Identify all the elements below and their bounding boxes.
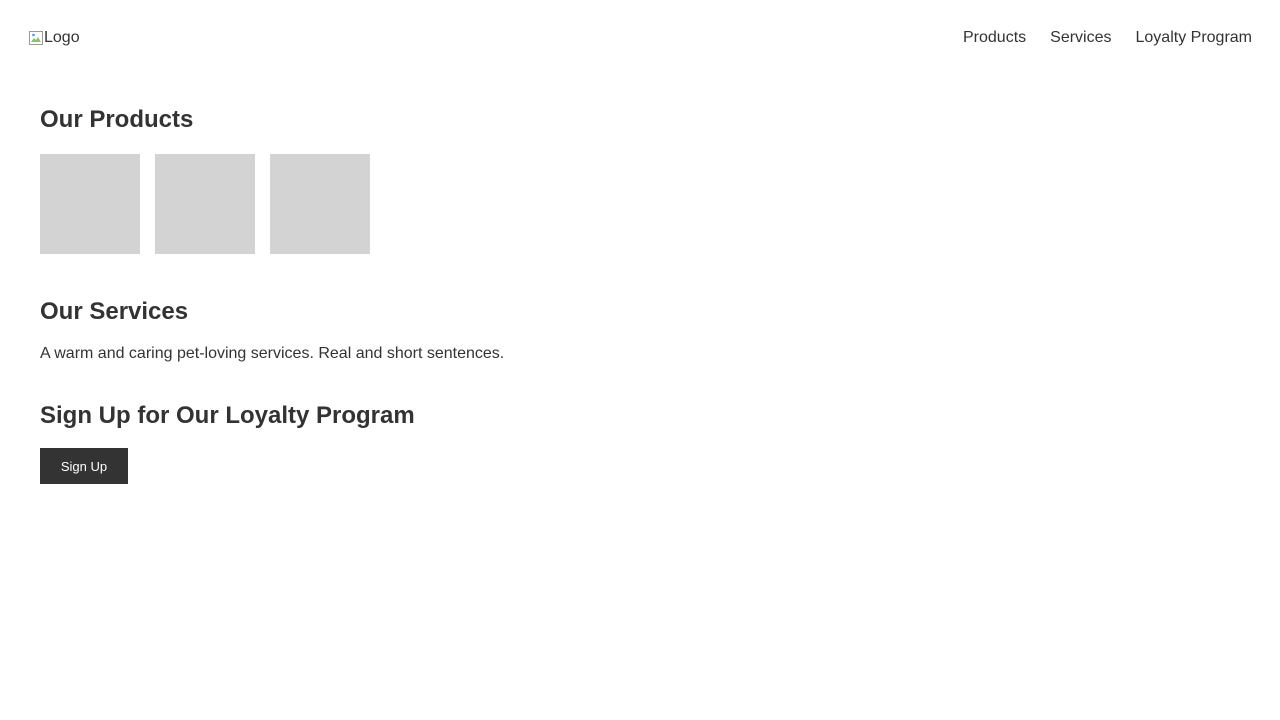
nav-link-products[interactable]: Products: [963, 29, 1026, 47]
nav-link-services[interactable]: Services: [1050, 29, 1111, 47]
sign-up-button[interactable]: Sign Up: [40, 448, 128, 484]
logo[interactable]: Logo: [28, 28, 80, 48]
products-title: Our Products: [40, 106, 194, 133]
product-tiles: [40, 154, 1240, 254]
main-nav: Products Services Loyalty Program: [963, 28, 1252, 48]
services-description: A warm and caring pet-loving services. R…: [40, 345, 505, 362]
nav-link-loyalty-program[interactable]: Loyalty Program: [1136, 29, 1253, 47]
product-tile: [270, 154, 370, 254]
main-content: Our Products Our Services A warm and car…: [40, 106, 1240, 484]
logo-alt-text: Logo: [44, 29, 80, 46]
loyalty-title: Sign Up for Our Loyalty Program: [40, 402, 415, 429]
site-header: Logo Products Services Loyalty Program: [0, 0, 1280, 76]
loyalty-section: Sign Up for Our Loyalty Program Sign Up: [40, 402, 1240, 484]
product-tile: [40, 154, 140, 254]
broken-image-icon: [28, 30, 44, 46]
services-title: Our Services: [40, 298, 189, 325]
products-section: Our Products: [40, 106, 1240, 254]
services-section: Our Services A warm and caring pet-lovin…: [40, 298, 1240, 364]
product-tile: [155, 154, 255, 254]
